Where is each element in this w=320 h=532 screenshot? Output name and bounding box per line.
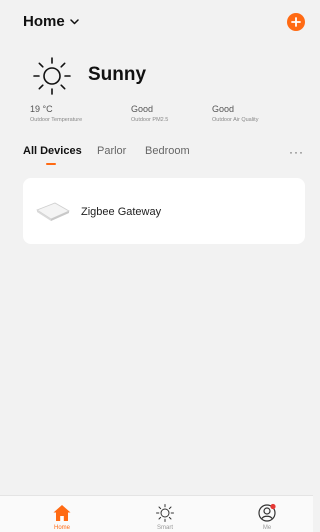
metric-air-quality: Good Outdoor Air Quality [212, 104, 258, 125]
user-icon [258, 503, 276, 522]
tab-bedroom[interactable]: Bedroom [145, 145, 190, 157]
plus-icon [291, 17, 301, 27]
tab-parlor[interactable]: Parlor [97, 145, 126, 157]
more-options-button[interactable]: ··· [289, 145, 304, 159]
home-selector[interactable]: Home [23, 13, 79, 30]
weather-metrics: 19 °C Outdoor Temperature Good Outdoor P… [0, 104, 313, 130]
weather-condition: Sunny [88, 64, 147, 85]
nav-label: Home [53, 525, 70, 531]
device-card[interactable]: Zigbee Gateway [23, 178, 305, 244]
metric-label: Outdoor Air Quality [212, 117, 259, 123]
metric-value: Good [131, 104, 154, 114]
metric-value: Good [212, 104, 235, 114]
tab-all-devices[interactable]: All Devices [23, 145, 82, 157]
metric-pm25: Good Outdoor PM2.5 [131, 104, 168, 125]
metric-value: 19 °C [30, 104, 53, 114]
room-tabs: All Devices Parlor Bedroom ··· [0, 145, 313, 169]
nav-label: Smart [156, 525, 173, 531]
notification-badge [270, 503, 276, 510]
metric-label: Outdoor PM2.5 [131, 117, 169, 123]
add-button[interactable] [287, 13, 305, 31]
nav-home[interactable]: Home [32, 496, 92, 532]
header: Home [0, 0, 313, 40]
nav-me[interactable]: Me [237, 496, 297, 532]
sun-icon [33, 57, 71, 95]
home-title: Home [23, 13, 65, 30]
active-tab-indicator [46, 163, 56, 165]
metric-label: Outdoor Temperature [30, 117, 83, 123]
gateway-device-image [36, 202, 70, 221]
nav-label: Me [262, 525, 272, 531]
device-name: Zigbee Gateway [81, 206, 162, 218]
metric-temperature: 19 °C Outdoor Temperature [30, 104, 82, 125]
home-icon [53, 505, 71, 521]
app-root: Home Sunny 19 °C Outdoor Temperature Goo… [0, 0, 313, 532]
sun-outline-icon [156, 504, 174, 522]
chevron-down-icon [69, 18, 79, 24]
bottom-nav: Home Smart Me [0, 495, 313, 532]
nav-smart[interactable]: Smart [135, 496, 195, 532]
